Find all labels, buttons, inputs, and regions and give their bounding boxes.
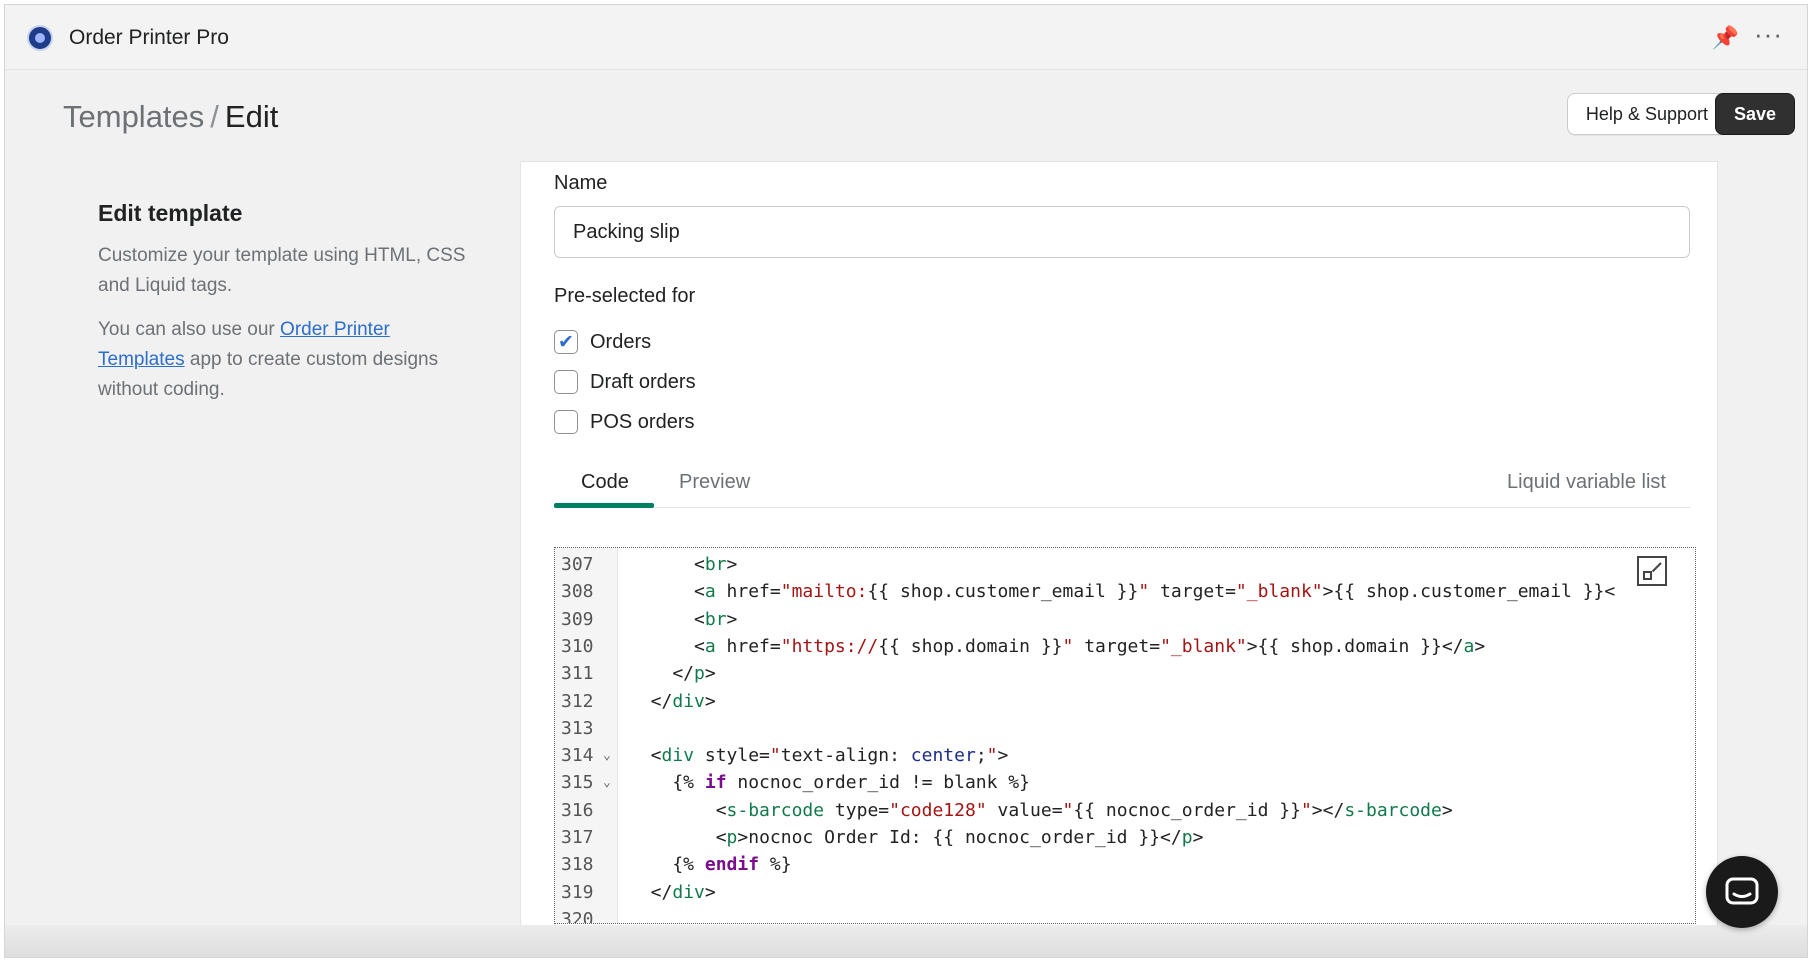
orders-checkbox[interactable]: ✔ bbox=[554, 330, 578, 354]
pos-orders-label: POS orders bbox=[590, 410, 695, 433]
line-number: 315 bbox=[561, 772, 594, 794]
expand-icon[interactable] bbox=[1637, 556, 1667, 586]
template-card: Name Pre-selected for ✔ Orders Draft ord… bbox=[520, 161, 1718, 957]
line-number: 313 bbox=[561, 717, 594, 739]
line-number: 316 bbox=[561, 799, 594, 821]
code-line[interactable]: 307 <br> bbox=[555, 551, 1695, 578]
name-input[interactable] bbox=[554, 206, 1690, 258]
code-line[interactable]: 311 </p> bbox=[555, 660, 1695, 687]
tab-code[interactable]: Code bbox=[581, 471, 629, 494]
code-line[interactable]: 313 bbox=[555, 715, 1695, 742]
line-number: 317 bbox=[561, 827, 594, 848]
option-orders[interactable]: ✔ Orders bbox=[554, 330, 651, 354]
active-tab-indicator bbox=[554, 503, 654, 508]
line-number: 309 bbox=[561, 608, 594, 630]
breadcrumb: Templates / Edit bbox=[63, 99, 278, 135]
code-text: </p> bbox=[629, 663, 716, 685]
help-support-button[interactable]: Help & Support bbox=[1566, 93, 1727, 135]
section-heading: Edit template bbox=[98, 200, 243, 226]
code-line[interactable]: 308 <a href="mailto:{{ shop.customer_ema… bbox=[555, 578, 1695, 605]
chat-icon bbox=[1725, 877, 1759, 905]
fold-chevron-icon[interactable]: ⌄ bbox=[603, 769, 611, 796]
code-text: {% if nocnoc_order_id != blank %} bbox=[629, 772, 1030, 794]
page-header: Templates / Edit Help & Support Save bbox=[5, 69, 1807, 161]
line-number: 319 bbox=[561, 881, 594, 903]
section-description: Customize your template using HTML, CSS … bbox=[98, 245, 466, 296]
code-text: <a href="https://{{ shop.domain }}" targ… bbox=[629, 635, 1486, 657]
code-text: {% endif %} bbox=[629, 854, 792, 876]
line-number: 308 bbox=[561, 581, 594, 603]
editor-tabs: Code Preview Liquid variable list bbox=[554, 459, 1690, 508]
more-dots-icon[interactable]: ··· bbox=[1754, 19, 1783, 50]
app-bar: Order Printer Pro 📌 ··· bbox=[5, 5, 1807, 70]
code-line[interactable]: 310 <a href="https://{{ shop.domain }}" … bbox=[555, 633, 1695, 660]
code-line[interactable]: 309 <br> bbox=[555, 606, 1695, 633]
hint-prefix: You can also use our bbox=[98, 319, 281, 340]
name-label: Name bbox=[554, 172, 608, 194]
tab-preview[interactable]: Preview bbox=[679, 471, 750, 494]
line-number: 311 bbox=[561, 663, 594, 685]
pin-icon[interactable]: 📌 bbox=[1712, 25, 1739, 51]
line-number: 314 bbox=[561, 745, 594, 767]
breadcrumb-current: Edit bbox=[224, 99, 279, 134]
sidebar-description: Edit template Customize your template us… bbox=[98, 200, 478, 405]
code-line[interactable]: 318 {% endif %} bbox=[555, 851, 1695, 878]
option-draft-orders[interactable]: Draft orders bbox=[554, 370, 696, 394]
code-text: <p>nocnoc Order Id: {{ nocnoc_order_id }… bbox=[629, 827, 1204, 848]
breadcrumb-separator: / bbox=[210, 99, 219, 134]
line-number: 318 bbox=[561, 854, 594, 876]
templates-hint: You can also use our Order Printer Templ… bbox=[98, 315, 478, 405]
window-bottom-edge bbox=[5, 925, 1807, 957]
preselected-label: Pre-selected for bbox=[554, 285, 696, 307]
code-line[interactable]: 317 <p>nocnoc Order Id: {{ nocnoc_order_… bbox=[555, 824, 1695, 851]
code-editor[interactable]: 307 <br> 308 <a href="mailto:{{ shop.cust… bbox=[554, 547, 1696, 924]
code-line[interactable]: 315 ⌄ {% if nocnoc_order_id != blank %} bbox=[555, 769, 1695, 796]
code-text: <a href="mailto:{{ shop.customer_email }… bbox=[629, 581, 1616, 603]
code-text: <s-barcode type="code128" value="{{ nocn… bbox=[629, 799, 1453, 821]
line-number: 320 bbox=[561, 908, 594, 924]
line-number: 307 bbox=[561, 554, 594, 575]
option-pos-orders[interactable]: POS orders bbox=[554, 410, 694, 434]
chat-button[interactable] bbox=[1706, 856, 1778, 928]
breadcrumb-parent[interactable]: Templates bbox=[63, 99, 204, 134]
app-title: Order Printer Pro bbox=[69, 26, 229, 49]
code-line[interactable]: 314 ⌄ <div style="text-align: center;"> bbox=[555, 742, 1695, 769]
draft-orders-checkbox[interactable] bbox=[554, 370, 578, 394]
check-icon: ✔ bbox=[558, 331, 574, 353]
fold-chevron-icon[interactable]: ⌄ bbox=[603, 742, 611, 769]
code-text: <br> bbox=[629, 608, 738, 630]
save-button[interactable]: Save bbox=[1714, 93, 1795, 135]
app-frame: Order Printer Pro 📌 ··· Templates / Edit H… bbox=[4, 4, 1808, 958]
code-line[interactable]: 316 <s-barcode type="code128" value="{{ … bbox=[555, 797, 1695, 824]
code-text: <br> bbox=[629, 554, 738, 575]
pos-orders-checkbox[interactable] bbox=[554, 410, 578, 434]
code-text: </div> bbox=[629, 690, 716, 712]
code-line[interactable]: 319 </div> bbox=[555, 879, 1695, 906]
draft-orders-label: Draft orders bbox=[590, 370, 696, 393]
code-line[interactable]: 320 bbox=[555, 906, 1695, 924]
code-line[interactable]: 312 </div> bbox=[555, 688, 1695, 715]
code-text: </div> bbox=[629, 881, 716, 903]
app-logo-icon bbox=[27, 25, 53, 51]
orders-label: Orders bbox=[590, 330, 652, 353]
line-number: 310 bbox=[561, 635, 594, 657]
liquid-variable-list-link[interactable]: Liquid variable list bbox=[1507, 471, 1666, 494]
line-number: 312 bbox=[561, 690, 594, 712]
code-text: <div style="text-align: center;"> bbox=[629, 745, 1009, 767]
